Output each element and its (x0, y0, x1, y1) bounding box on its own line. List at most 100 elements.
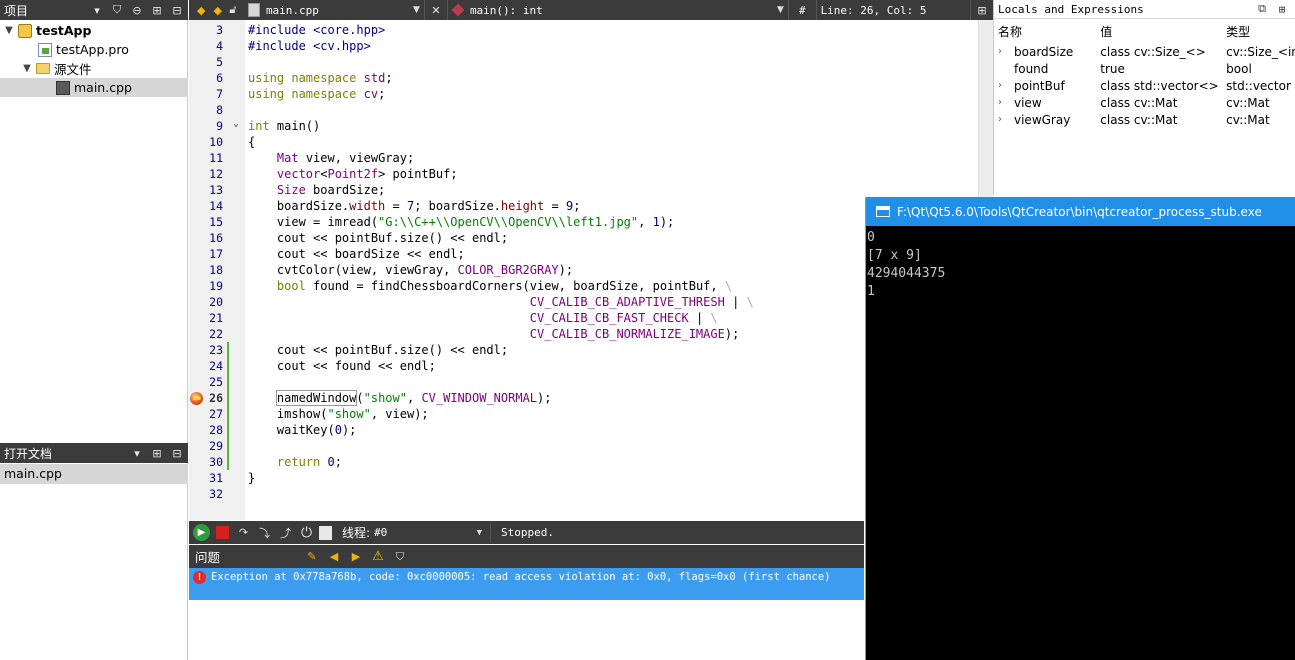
tree-item-project[interactable]: ▼ testApp (0, 21, 188, 40)
cpp-file-icon (56, 80, 70, 95)
line-number[interactable]: 21 (189, 310, 245, 326)
line-number-label: 25 (209, 375, 223, 389)
line-number[interactable]: 11 (189, 150, 245, 166)
line-number[interactable]: 15 (189, 214, 245, 230)
symbol-selector[interactable]: main(): int ▼ (448, 0, 788, 20)
line-number[interactable]: 30 (189, 454, 245, 470)
issue-row[interactable]: ! Exception at 0x778a768b, code: 0xc0000… (189, 568, 864, 600)
close-pane-icon[interactable]: ⊟ (170, 3, 184, 17)
line-number[interactable]: 20 (189, 294, 245, 310)
line-number[interactable]: 4 (189, 38, 245, 54)
line-number[interactable]: 25 (189, 374, 245, 390)
chevron-down-icon[interactable]: ▼ (20, 62, 34, 76)
dropdown-icon[interactable]: ▾ (130, 446, 144, 460)
code-line: boardSize.width = 7; boardSize.height = … (248, 199, 581, 213)
locals-row[interactable]: › viewGray class cv::Mat cv::Mat (994, 111, 1295, 128)
forward-arrow-icon[interactable]: ◆ (213, 4, 221, 17)
line-number[interactable]: 28 (189, 422, 245, 438)
thread-selector[interactable]: #0 ▼ (374, 526, 486, 539)
dropdown-icon[interactable]: ▾ (90, 3, 104, 17)
float-icon[interactable]: ⧉ (1255, 2, 1269, 16)
modified-line-marker (227, 358, 229, 374)
line-number[interactable]: 16 (189, 230, 245, 246)
column-header-name[interactable]: 名称 (994, 23, 1100, 40)
line-number[interactable]: 7 (189, 86, 245, 102)
line-number[interactable]: 3 (189, 22, 245, 38)
next-arrow-icon[interactable]: ▶ (349, 550, 363, 564)
chevron-right-icon[interactable]: › (998, 80, 1014, 91)
line-number[interactable]: 22 (189, 326, 245, 342)
split-icon[interactable]: ⊞ (150, 446, 164, 460)
restart-icon[interactable]: ⏻ (298, 524, 315, 541)
line-number[interactable]: 12 (189, 166, 245, 182)
file-selector[interactable]: main.cpp ▼ (244, 0, 424, 20)
tree-item-main-cpp[interactable]: main.cpp (0, 78, 188, 97)
open-doc-item[interactable]: main.cpp (0, 464, 188, 484)
line-number-label: 27 (209, 407, 223, 421)
close-icon: ✕ (431, 3, 441, 17)
chevron-right-icon[interactable]: › (998, 97, 1014, 108)
filter-icon[interactable]: ⛉ (110, 3, 124, 17)
line-number[interactable]: 24 (189, 358, 245, 374)
line-number[interactable]: 6 (189, 70, 245, 86)
warning-icon[interactable]: ⚠ (371, 549, 385, 564)
line-number[interactable]: 32 (189, 486, 245, 502)
close-document-button[interactable]: ✕ (425, 0, 447, 20)
split-icon[interactable]: ⊞ (150, 3, 164, 17)
step-over-icon[interactable]: ↷ (235, 524, 252, 541)
column-header-value[interactable]: 值 (1100, 23, 1226, 40)
split-editor-button[interactable]: ⊞ (971, 0, 993, 20)
console-title-bar[interactable]: F:\Qt\Qt5.6.0\Tools\QtCreator\bin\qtcrea… (866, 197, 1295, 226)
line-number[interactable]: 31 (189, 470, 245, 486)
line-number[interactable]: 13 (189, 182, 245, 198)
console-line: 1 (867, 284, 875, 299)
line-number-gutter[interactable]: 3 4 5 6 7 8 9 ⌄ 10 11 12 13 14 15 16 17 18 19 20 21 22 23 24 25… (189, 20, 245, 520)
lock-icon[interactable]: 🔓︎ (226, 3, 240, 17)
link-icon[interactable]: ⊖ (130, 3, 144, 17)
previous-arrow-icon[interactable]: ◀ (327, 550, 341, 564)
line-number[interactable]: 27 (189, 406, 245, 422)
continue-icon[interactable]: ▶ (193, 524, 210, 541)
line-number[interactable]: 29 (189, 438, 245, 454)
chevron-down-icon[interactable]: ▼ (2, 24, 16, 38)
close-pane-icon[interactable]: ⊟ (170, 446, 184, 460)
console-window[interactable]: F:\Qt\Qt5.6.0\Tools\QtCreator\bin\qtcrea… (865, 197, 1295, 660)
line-number[interactable]: 17 (189, 246, 245, 262)
column-header-type[interactable]: 类型 (1226, 23, 1295, 40)
tree-item-pro-file[interactable]: testApp.pro (0, 40, 188, 59)
line-number[interactable]: 19 (189, 278, 245, 294)
tree-item-sources[interactable]: ▼ 源文件 (0, 59, 188, 78)
disassembly-icon[interactable] (319, 525, 332, 540)
line-number[interactable]: 8 (189, 102, 245, 118)
line-number[interactable]: 23 (189, 342, 245, 358)
line-number[interactable]: 5 (189, 54, 245, 70)
line-number[interactable]: 26 (189, 390, 245, 406)
line-number[interactable]: 18 (189, 262, 245, 278)
locals-row[interactable]: › pointBuf class std::vector<> std::vector (994, 77, 1295, 94)
clear-icon[interactable]: ✎ (305, 550, 319, 564)
tree-item-label: testApp (36, 23, 92, 38)
line-number[interactable]: 14 (189, 198, 245, 214)
locals-type: std::vector (1226, 78, 1291, 93)
line-number-label: 12 (209, 167, 223, 181)
locals-row[interactable]: ›boardSize class cv::Size_<> cv::Size_<int… (994, 43, 1295, 60)
split-icon[interactable]: ⊞ (1275, 3, 1289, 16)
back-arrow-icon[interactable]: ◆ (197, 4, 205, 17)
cursor-position[interactable]: Line: 26, Col: 5 (817, 0, 970, 20)
function-icon (451, 3, 465, 17)
chevron-right-icon[interactable]: › (998, 46, 1014, 57)
encoding-hash[interactable]: # (789, 0, 816, 20)
code-line: int main() (248, 119, 321, 133)
stop-icon[interactable] (216, 526, 229, 539)
line-number[interactable]: 10 (189, 134, 245, 150)
step-out-icon[interactable]: ⤴ (277, 524, 294, 541)
locals-row[interactable]: found true bool (994, 60, 1295, 77)
line-number[interactable]: 9 ⌄ (189, 118, 245, 134)
fold-chevron-icon[interactable]: ⌄ (233, 118, 239, 129)
chevron-right-icon[interactable]: › (998, 114, 1014, 125)
step-into-icon[interactable]: ⤵ (256, 524, 273, 541)
filter-icon[interactable]: ⛉ (393, 550, 407, 564)
locals-row[interactable]: › view class cv::Mat cv::Mat (994, 94, 1295, 111)
code-line: Size boardSize; (276, 183, 386, 197)
breakpoint-arrow-icon[interactable] (190, 392, 203, 405)
